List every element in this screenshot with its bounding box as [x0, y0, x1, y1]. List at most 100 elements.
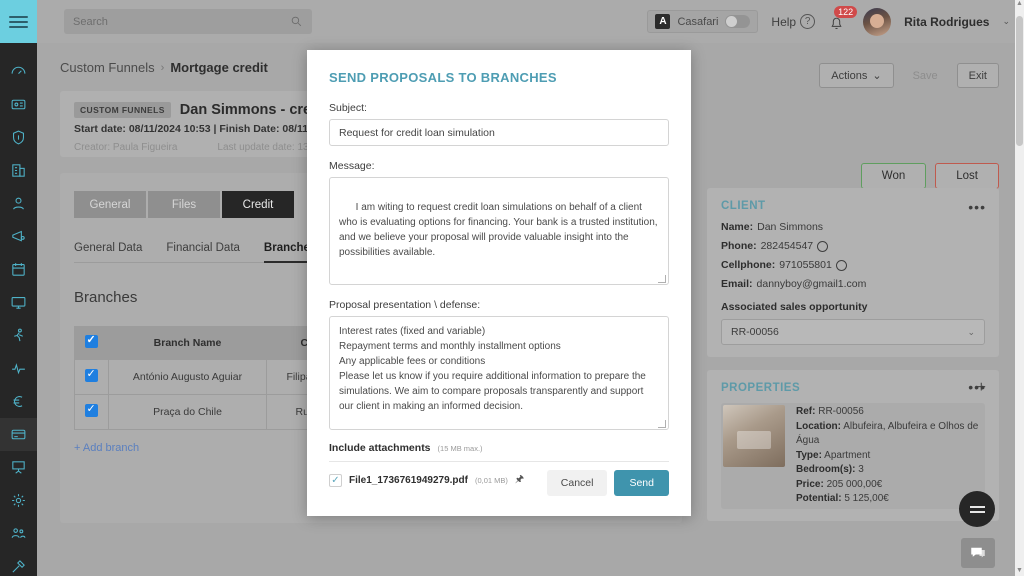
presentation-icon[interactable] [0, 451, 37, 484]
message-textarea[interactable]: I am witing to request credit loan simul… [329, 177, 669, 285]
row-checkbox-cell[interactable] [74, 394, 109, 430]
lost-button[interactable]: Lost [935, 163, 999, 189]
property-bedrooms-value: 3 [858, 464, 864, 475]
subtab-general-data[interactable]: General Data [74, 242, 142, 263]
top-bar: Search A Casafari Help ? 122 Rita Rodrig… [37, 0, 1024, 43]
properties-card: PROPERTIES + Ref: RR-00056 Location: Alb… [707, 370, 999, 521]
menu-toggle-button[interactable] [0, 0, 37, 43]
paperclip-icon[interactable]: 🖈 [515, 472, 524, 489]
attachments-header: Include attachments (15 MB max.) [329, 442, 669, 454]
tab-credit[interactable]: Credit [222, 191, 294, 218]
save-button[interactable]: Save [901, 63, 950, 88]
resize-handle-icon[interactable] [658, 420, 666, 428]
help-label: Help [771, 14, 797, 29]
properties-heading: PROPERTIES [721, 382, 801, 394]
attachment-file-size: (0,01 MB) [474, 476, 508, 485]
client-cellphone-row: Cellphone: 971055801 [721, 259, 985, 271]
top-bar-right: A Casafari Help ? 122 Rita Rodrigues ⌄ [647, 5, 1024, 36]
euro-icon[interactable] [0, 385, 37, 418]
tools-icon[interactable] [0, 550, 37, 576]
chevron-down-icon: ⌄ [872, 70, 882, 82]
cancel-button[interactable]: Cancel [546, 470, 608, 496]
property-bedrooms-row: Bedroom(s): 3 [796, 463, 983, 478]
proposal-value: Interest rates (fixed and variable) Repa… [339, 326, 646, 412]
row-checkbox-cell[interactable] [74, 359, 109, 395]
dashboard-icon[interactable] [0, 55, 37, 88]
row-branch-name: António Augusto Aguiar [107, 359, 268, 395]
users-icon[interactable] [0, 517, 37, 550]
resize-handle-icon[interactable] [658, 275, 666, 283]
tab-general[interactable]: General [74, 191, 146, 218]
property-price-row: Price: 205 000,00€ [796, 478, 983, 493]
won-lost-actions: Won Lost [860, 163, 999, 189]
row-checkbox[interactable] [85, 367, 98, 382]
actions-button[interactable]: Actions ⌄ [819, 63, 894, 88]
contact-card-icon[interactable] [0, 88, 37, 121]
property-ref-row: Ref: RR-00056 [796, 405, 983, 420]
breadcrumb-current: Mortgage credit [170, 60, 268, 75]
whatsapp-icon[interactable] [817, 240, 829, 252]
subject-input[interactable]: Request for credit loan simulation [329, 119, 669, 146]
search-input[interactable]: Search [64, 9, 312, 34]
attachments-divider [329, 461, 669, 462]
client-name-label: Name: [721, 221, 754, 233]
floating-menu-button[interactable] [959, 491, 995, 527]
select-all-header[interactable] [74, 326, 109, 360]
calendar-icon[interactable] [0, 253, 37, 286]
search-icon [290, 15, 303, 28]
message-value: I am witing to request credit loan simul… [339, 202, 661, 258]
notification-badge: 122 [834, 5, 858, 18]
hamburger-icon [9, 13, 28, 31]
client-phone-label: Phone: [721, 240, 757, 252]
client-phone-value: 282454547 [760, 240, 814, 252]
tab-files[interactable]: Files [148, 191, 220, 218]
megaphone-icon[interactable] [0, 220, 37, 253]
property-potential-label: Potential: [796, 493, 842, 504]
scrollbar-thumb[interactable] [1016, 16, 1023, 146]
exit-button[interactable]: Exit [956, 63, 999, 88]
casafari-switch[interactable] [725, 15, 751, 28]
proposal-textarea[interactable]: Interest rates (fixed and variable) Repa… [329, 316, 669, 430]
breadcrumb-separator-icon: › [160, 61, 165, 74]
avatar[interactable] [863, 7, 892, 36]
property-more-icon[interactable]: ••• [968, 379, 986, 395]
pulse-icon[interactable] [0, 352, 37, 385]
select-all-checkbox[interactable] [85, 333, 98, 348]
breadcrumb-root[interactable]: Custom Funnels [60, 60, 155, 75]
chat-support-button[interactable] [961, 538, 995, 568]
gear-icon[interactable] [0, 484, 37, 517]
send-button[interactable]: Send [614, 470, 669, 496]
property-location-label: Location: [796, 420, 841, 432]
scroll-up-arrow-icon[interactable]: ▲ [1015, 0, 1024, 7]
runner-icon[interactable] [0, 319, 37, 352]
branch-name-header: Branch Name [107, 326, 268, 360]
building-icon[interactable] [0, 154, 37, 187]
page-scrollbar[interactable]: ▲ ▼ [1015, 0, 1024, 576]
client-name-value: Dan Simmons [757, 221, 824, 233]
subtab-financial-data[interactable]: Financial Data [166, 242, 240, 263]
row-checkbox[interactable] [85, 402, 98, 417]
property-item[interactable]: Ref: RR-00056 Location: Albufeira, Albuf… [721, 379, 985, 509]
attachments-hint: (15 MB max.) [437, 444, 483, 453]
monitor-icon[interactable] [0, 286, 37, 319]
chat-icon [971, 547, 985, 558]
chevron-down-icon[interactable]: ⌄ [1002, 16, 1010, 27]
scroll-down-arrow-icon[interactable]: ▼ [1015, 567, 1024, 574]
client-more-icon[interactable]: ••• [968, 199, 986, 215]
person-icon[interactable] [0, 187, 37, 220]
notifications-button[interactable]: 122 [828, 5, 858, 35]
associated-opportunity-select[interactable]: RR-00056 ⌄ [721, 319, 985, 345]
property-potential-value: 5 125,00€ [844, 493, 889, 504]
credit-card-icon[interactable] [0, 418, 37, 451]
won-button[interactable]: Won [860, 163, 927, 189]
shield-icon[interactable] [0, 121, 37, 154]
property-price-label: Price: [796, 478, 824, 490]
whatsapp-icon[interactable] [835, 259, 847, 271]
left-nav-rail [0, 0, 37, 576]
casafari-toggle[interactable]: A Casafari [647, 10, 759, 33]
subject-label: Subject: [329, 102, 367, 114]
help-button[interactable]: Help ? [771, 14, 816, 29]
client-email-value: dannyboy@gmail1.com [756, 278, 867, 290]
funnel-tag: CUSTOM FUNNELS [74, 102, 171, 118]
attachment-checkbox[interactable]: ✓ [329, 474, 342, 487]
